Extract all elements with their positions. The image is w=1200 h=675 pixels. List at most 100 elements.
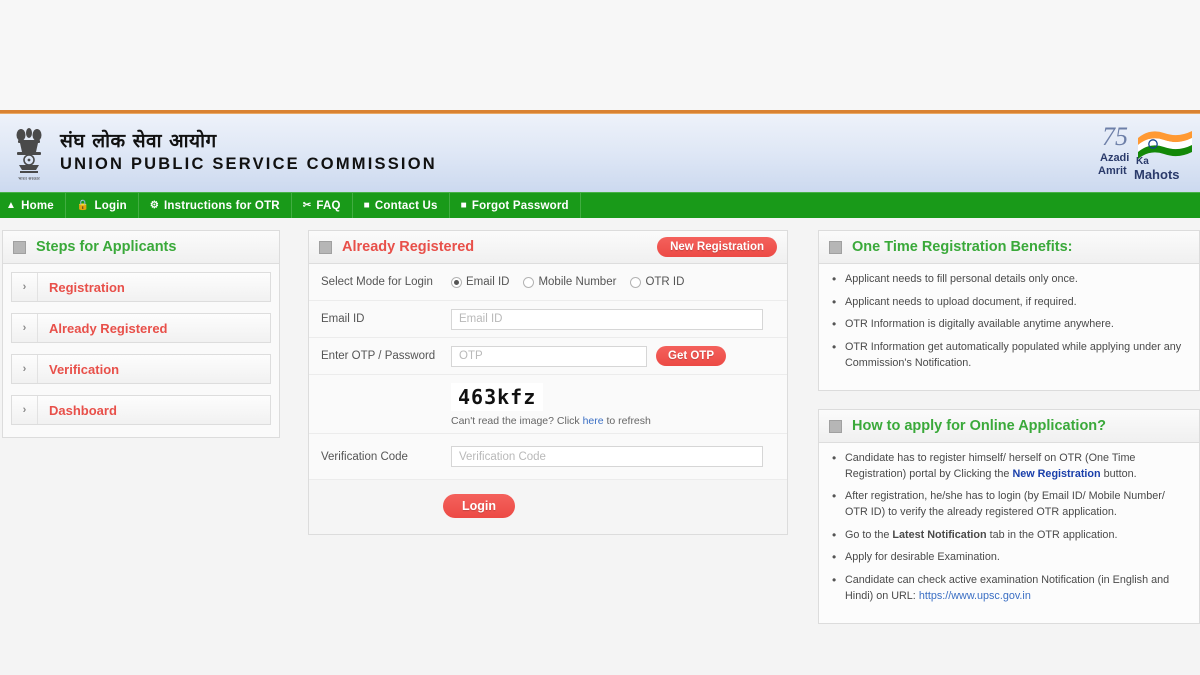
- sidebar-item-already-registered[interactable]: › Already Registered: [11, 313, 271, 343]
- steps-panel-header: Steps for Applicants: [3, 231, 279, 264]
- list-item: OTR Information is digitally available a…: [831, 316, 1189, 333]
- sidebar-label-already-registered: Already Registered: [49, 320, 168, 336]
- gear-icon: ⚙: [149, 199, 159, 211]
- radio-label-mobile-number[interactable]: Mobile Number: [538, 276, 616, 288]
- captcha-block: 463kfz Can't read the image? Click here …: [451, 383, 651, 427]
- list-item: OTR Information get automatically popula…: [831, 339, 1189, 371]
- email-input[interactable]: [451, 308, 763, 330]
- svg-text:भारत सरकार: भारत सरकार: [18, 177, 40, 182]
- email-label: Email ID: [321, 313, 365, 325]
- radio-label-email-id[interactable]: Email ID: [466, 276, 509, 288]
- upsc-website-link[interactable]: https://www.upsc.gov.in: [919, 590, 1031, 602]
- howto-1-pre: After registration, he/she has to login …: [845, 490, 1165, 519]
- howto-2-strong: Latest Notification: [892, 528, 987, 541]
- captcha-refresh-hint: Can't read the image? Click here to refr…: [451, 415, 651, 427]
- panel-spacer: [818, 391, 1200, 409]
- radio-email-id[interactable]: [451, 276, 462, 288]
- list-item: Applicant needs to fill personal details…: [831, 271, 1189, 288]
- howto-panel-header: How to apply for Online Application?: [819, 410, 1199, 444]
- grid-icon: [13, 240, 26, 254]
- azadi-line3: Ka: [1136, 156, 1149, 167]
- login-panel-title: Already Registered: [342, 239, 475, 255]
- login-mode-row: Select Mode for Login Email ID Mobile Nu…: [309, 264, 787, 301]
- list-item: Applicant needs to upload document, if r…: [831, 294, 1189, 311]
- benefits-panel-header: One Time Registration Benefits:: [819, 231, 1199, 264]
- new-registration-button[interactable]: New Registration: [657, 237, 777, 257]
- howto-panel-title: How to apply for Online Application?: [852, 418, 1107, 435]
- site-title-english: UNION PUBLIC SERVICE COMMISSION: [60, 155, 437, 174]
- how-to-apply-panel: How to apply for Online Application? Can…: [818, 409, 1200, 625]
- site-title-hindi: संघ लोक सेवा आयोग: [60, 130, 217, 153]
- nav-item-contact-us[interactable]: ■ Contact Us: [353, 193, 450, 218]
- benefits-panel-title: One Time Registration Benefits:: [852, 239, 1073, 255]
- azadi-75-text: 75: [1102, 122, 1128, 151]
- sidebar-item-verification[interactable]: › Verification: [11, 354, 271, 384]
- howto-list-body: Candidate has to register himself/ herse…: [819, 443, 1199, 624]
- nav-label-contact-us: Contact Us: [374, 199, 438, 212]
- chevron-right-icon: ›: [12, 396, 38, 424]
- howto-2-post: tab in the OTR application.: [986, 528, 1118, 541]
- nav-label-faq: FAQ: [316, 199, 341, 212]
- chevron-right-icon: ›: [12, 314, 38, 342]
- nav-item-faq[interactable]: ✂ FAQ: [292, 193, 353, 218]
- otp-label: Enter OTP / Password: [321, 350, 436, 362]
- howto-2-pre: Go to the: [845, 528, 893, 541]
- azadi-line4: Mahots: [1134, 167, 1180, 182]
- captcha-refresh-link[interactable]: here: [583, 415, 604, 427]
- ashoka-lion-capital-emblem: भारत सरकार: [6, 124, 52, 182]
- sidebar-label-registration: Registration: [49, 279, 125, 295]
- steps-panel-title: Steps for Applicants: [36, 239, 177, 255]
- sidebar-item-dashboard[interactable]: › Dashboard: [11, 395, 271, 425]
- otp-input[interactable]: [451, 345, 647, 367]
- radio-otr-id[interactable]: [630, 276, 642, 288]
- nav-label-forgot-password: Forgot Password: [471, 199, 569, 212]
- square-icon: ■: [363, 199, 370, 211]
- howto-0-strong: New Registration: [1012, 467, 1101, 480]
- captcha-hint-pre: Can't read the image? Click: [451, 415, 583, 427]
- list-item: Candidate can check active examination N…: [831, 572, 1189, 604]
- radio-mobile-number[interactable]: [523, 276, 535, 288]
- list-item: Candidate has to register himself/ herse…: [831, 450, 1189, 482]
- page-root: भारत सरकार संघ लोक सेवा आयोग UNION PUBLI…: [0, 0, 1200, 675]
- list-item: Go to the Latest Notification tab in the…: [831, 527, 1189, 544]
- grid-icon: [829, 419, 842, 433]
- site-header: भारत सरकार संघ लोक सेवा आयोग UNION PUBLI…: [0, 114, 1200, 192]
- captcha-row: 463kfz Can't read the image? Click here …: [309, 375, 787, 434]
- main-navigation: ▲ Home 🔒 Login ⚙ Instructions for OTR ✂ …: [0, 192, 1200, 218]
- nav-item-login[interactable]: 🔒 Login: [66, 193, 139, 218]
- list-item: After registration, he/she has to login …: [831, 488, 1189, 520]
- top-blank-strip: [0, 0, 1200, 110]
- radio-label-otr-id[interactable]: OTR ID: [645, 276, 684, 288]
- howto-0-post: button.: [1100, 467, 1137, 480]
- login-mode-radio-group: Email ID Mobile Number OTR ID: [451, 276, 694, 288]
- lock-icon: 🔒: [76, 199, 90, 211]
- list-item: Apply for desirable Examination.: [831, 549, 1189, 566]
- nav-item-instructions-for-otr[interactable]: ⚙ Instructions for OTR: [139, 193, 292, 218]
- square-icon: ■: [460, 199, 467, 211]
- verification-code-label: Verification Code: [321, 450, 408, 463]
- grid-icon: [829, 240, 842, 254]
- home-icon: ▲: [6, 199, 17, 211]
- site-title-block: संघ लोक सेवा आयोग UNION PUBLIC SERVICE C…: [60, 130, 437, 175]
- nav-label-instructions: Instructions for OTR: [164, 199, 280, 212]
- center-column: Already Registered New Registration Sele…: [308, 230, 788, 673]
- scissors-icon: ✂: [302, 199, 312, 211]
- nav-item-forgot-password[interactable]: ■ Forgot Password: [450, 193, 581, 218]
- nav-label-login: Login: [94, 199, 127, 212]
- verification-code-input[interactable]: [451, 446, 763, 467]
- steps-list: › Registration › Already Registered › Ve…: [3, 264, 279, 437]
- grid-icon: [319, 240, 332, 254]
- get-otp-button[interactable]: Get OTP: [656, 346, 727, 366]
- sidebar-item-registration[interactable]: › Registration: [11, 272, 271, 302]
- login-panel-header: Already Registered New Registration: [309, 231, 787, 264]
- left-column: Steps for Applicants › Registration › Al…: [2, 230, 280, 673]
- sidebar-label-verification: Verification: [49, 361, 120, 377]
- right-column: One Time Registration Benefits: Applican…: [818, 230, 1200, 673]
- nav-label-home: Home: [21, 199, 54, 212]
- captcha-image: 463kfz: [451, 383, 544, 411]
- already-registered-panel: Already Registered New Registration Sele…: [308, 230, 788, 535]
- azadi-line2: Amrit: [1098, 165, 1127, 177]
- login-button[interactable]: Login: [443, 494, 516, 518]
- nav-item-home[interactable]: ▲ Home: [0, 193, 66, 218]
- sidebar-label-dashboard: Dashboard: [49, 402, 117, 418]
